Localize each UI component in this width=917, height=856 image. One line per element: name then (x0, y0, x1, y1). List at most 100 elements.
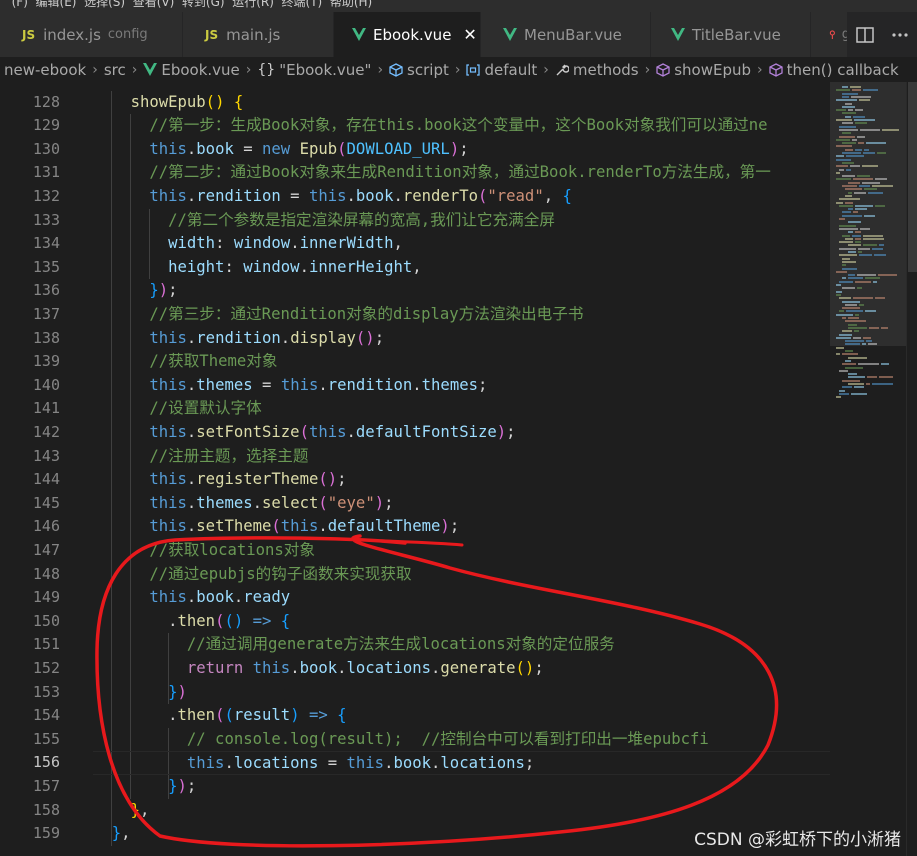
code-line[interactable]: //注册主题，选择主题 (93, 445, 308, 469)
code-token: } (130, 800, 140, 819)
code-token: . (186, 328, 197, 347)
code-line[interactable]: //第二步：通过Book对象来生成Rendition对象，通过Book.rend… (93, 161, 771, 185)
tab-main-js[interactable]: JS main.js (183, 12, 334, 57)
tab-ebook-vue[interactable]: Ebook.vue ✕ (334, 12, 481, 57)
minimap-line (839, 280, 853, 283)
code-line[interactable]: this.setFontSize(this.defaultFontSize); (93, 421, 515, 445)
braces-icon: {} (257, 61, 276, 78)
code-token: //注册主题，选择主题 (149, 446, 309, 465)
minimap-line (869, 326, 879, 329)
minimap-line (872, 185, 893, 187)
code-line[interactable]: //通过调用generate方法来生成locations对象的定位服务 (93, 633, 615, 657)
code-token: ) (496, 423, 507, 441)
code-line[interactable]: this.book.ready (93, 586, 290, 610)
minimap-line (868, 343, 877, 346)
code-line[interactable]: showEpub() { (93, 91, 244, 115)
code-line[interactable]: this.rendition.display(); (93, 327, 384, 351)
code-line[interactable]: //第三步：通过Rendition对象的display方法渲染出电子书 (93, 303, 583, 327)
minimap-line (864, 188, 877, 191)
tab-menubar-vue[interactable]: MenuBar.vue (481, 12, 651, 57)
tab-overflow[interactable]: g (811, 12, 851, 57)
code-token: ( (299, 423, 309, 441)
vertical-scrollbar[interactable] (906, 82, 917, 856)
code-line[interactable]: this.locations = this.book.locations; (93, 751, 830, 775)
code-line[interactable]: this.registerTheme(); (93, 468, 346, 492)
code-line[interactable]: //第二个参数是指定渲染屏幕的宽高,我们让它充满全屏 (93, 209, 555, 233)
code-line[interactable]: //获取locations对象 (93, 539, 315, 563)
code-line[interactable]: width: window.innerWidth, (93, 232, 403, 256)
line-number: 158 (32, 800, 60, 819)
breadcrumb-item-script[interactable]: script (389, 61, 449, 79)
code-token: ) (374, 493, 385, 512)
code-area[interactable]: showEpub() { //第一步：生成Book对象，存在this.book这… (93, 82, 830, 856)
line-number: 159 (32, 824, 60, 843)
breadcrumb-item-file[interactable]: Ebook.vue (143, 61, 240, 79)
tab-titlebar-vue[interactable]: TitleBar.vue (651, 12, 811, 57)
breadcrumb-item-default[interactable]: default (466, 61, 537, 79)
minimap-line (842, 317, 846, 319)
minimap-line (852, 89, 861, 92)
minimap-line (836, 155, 844, 158)
minimap-line (839, 392, 849, 395)
breadcrumb-item-callback[interactable]: then() callback (768, 61, 899, 79)
breadcrumb-item-methods[interactable]: methods (555, 61, 639, 79)
code-line[interactable]: }); (93, 775, 196, 799)
wrench-icon (556, 64, 569, 75)
line-number: 140 (32, 375, 60, 394)
menu-bar: (F) 编辑(E) 选择(S) 查看(V) 转到(G) 运行(R) 终端(T) … (0, 0, 917, 12)
code-line[interactable]: //获取Theme对象 (93, 350, 277, 374)
close-tab-icon[interactable]: ✕ (463, 25, 476, 44)
code-line[interactable]: this.rendition = this.book.renderTo("rea… (93, 185, 572, 209)
code-line[interactable]: height: window.innerHeight, (93, 256, 422, 280)
split-editor-icon[interactable] (856, 26, 874, 43)
minimap-line (842, 152, 861, 154)
minimap[interactable] (830, 82, 906, 856)
code-line[interactable]: }) (93, 681, 187, 705)
minimap-line (875, 297, 885, 300)
code-token: locations (233, 754, 319, 773)
code-line[interactable]: //第一步：生成Book对象，存在this.book这个变量中，这个Book对象… (93, 114, 767, 138)
code-token: return (186, 659, 244, 677)
breadcrumb-item-folder[interactable]: new-ebook (4, 61, 86, 79)
code-line[interactable]: }, (93, 799, 150, 823)
line-number: 156 (32, 753, 60, 772)
minimap-line (848, 244, 861, 247)
minimap-line (859, 303, 864, 306)
code-line[interactable]: //设置默认字体 (93, 397, 261, 421)
code-line[interactable]: //通过epubjs的钩子函数来实现获取 (93, 563, 411, 587)
tab-index-js[interactable]: JS index.js config (0, 12, 183, 57)
scrollbar-thumb[interactable] (908, 82, 917, 272)
code-line[interactable]: .then(() => { (93, 610, 290, 634)
line-number: 144 (32, 470, 60, 489)
code-line[interactable]: this.themes = this.rendition.themes; (93, 374, 487, 398)
code-line[interactable]: }); (93, 279, 177, 303)
code-line[interactable]: this.book = new Epub(DOWLOAD_URL); (93, 138, 468, 162)
code-token: . (186, 423, 197, 441)
code-line[interactable]: }, (93, 822, 131, 846)
minimap-line (854, 191, 866, 194)
code-editor[interactable]: 128 129 130 131 132 133 134 135 136 137 138 139 140 1… (0, 82, 917, 856)
breadcrumb-item-showepub[interactable]: showEpub (656, 61, 751, 79)
breadcrumb-item-src[interactable]: src (104, 61, 126, 79)
more-actions-icon[interactable] (892, 32, 908, 37)
code-token: ready (243, 588, 291, 607)
code-token: this (280, 375, 319, 394)
minimap-line (842, 105, 855, 108)
tab-description: config (107, 27, 148, 42)
code-line[interactable]: return this.book.locations.generate(); (93, 657, 544, 681)
minimap-line (877, 152, 886, 154)
code-token: , (139, 800, 150, 819)
minimap-line (845, 303, 857, 306)
minimap-line (845, 194, 852, 197)
breadcrumb-item-module[interactable]: {} "Ebook.vue" (257, 61, 371, 79)
code-line[interactable]: this.setTheme(this.defaultTheme); (93, 515, 459, 539)
code-line[interactable]: .then((result) => { (93, 704, 346, 728)
code-token: rendition (327, 375, 413, 394)
code-line[interactable]: this.themes.select("eye"); (93, 492, 393, 516)
code-line[interactable]: // console.log(result); //控制台中可以看到打印出一堆e… (93, 728, 709, 752)
minimap-line (842, 379, 860, 382)
code-token: this (149, 493, 187, 512)
